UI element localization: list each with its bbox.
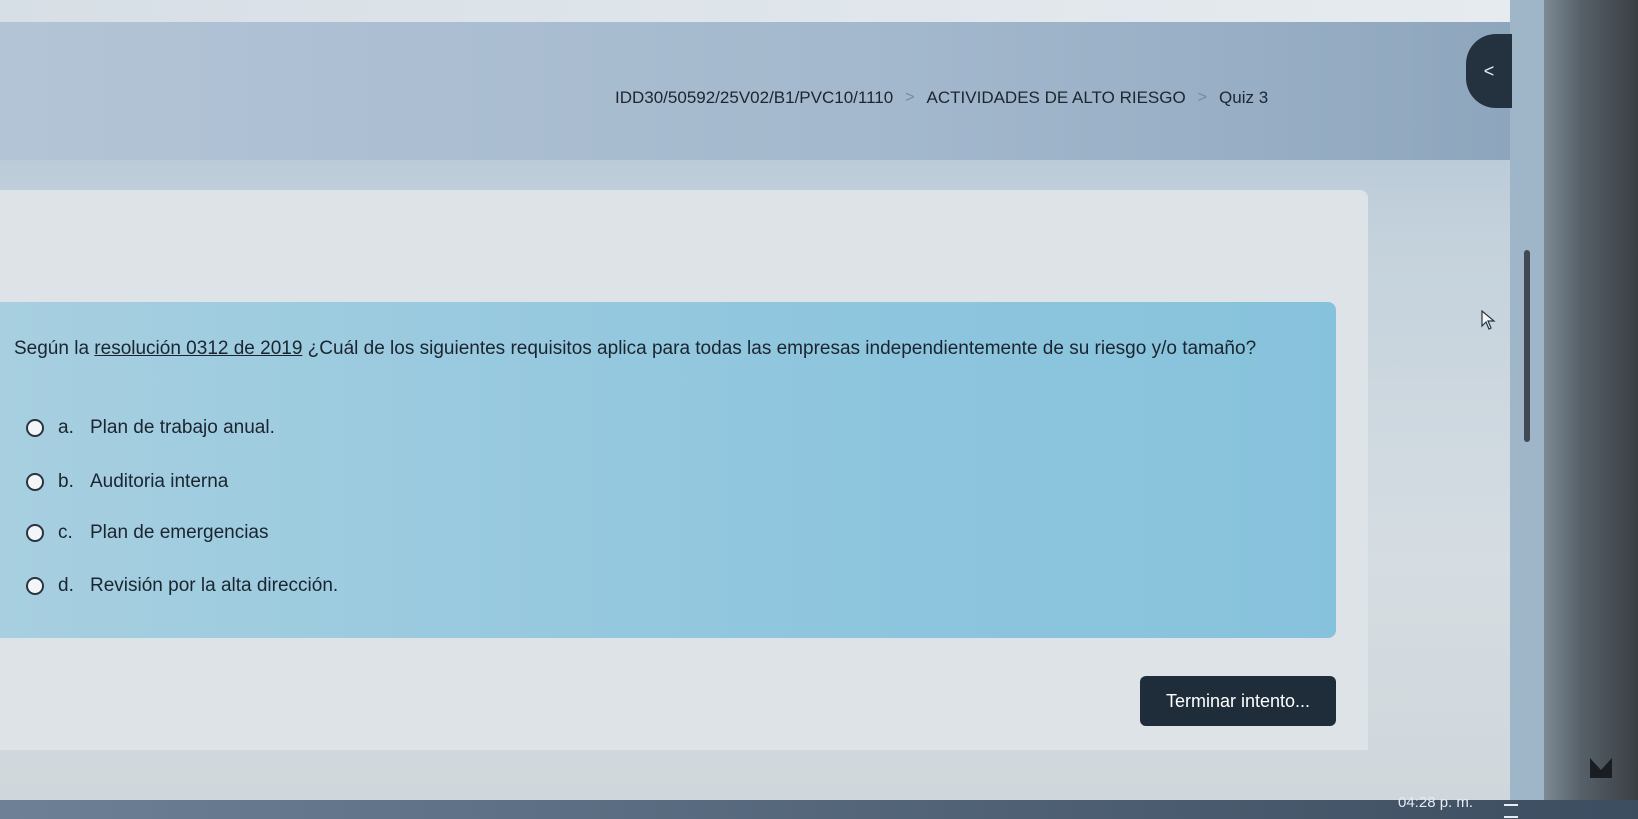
- back-button[interactable]: <: [1466, 34, 1512, 108]
- resolution-link[interactable]: resolución 0312 de 2019: [94, 338, 302, 359]
- scrollbar-thumb[interactable]: [1524, 250, 1530, 442]
- question-text: Según la resolución 0312 de 2019 ¿Cuál d…: [14, 334, 1334, 364]
- question-body: ¿Cuál de los siguientes requisitos aplic…: [302, 338, 1257, 359]
- breadcrumb-separator-icon: >: [905, 89, 915, 106]
- finish-attempt-button[interactable]: Terminar intento...: [1140, 676, 1336, 726]
- option-label: Plan de emergencias: [90, 522, 269, 543]
- taskbar-clock: 04:28 p. m.: [1398, 794, 1474, 811]
- action-center-icon[interactable]: [1504, 804, 1518, 818]
- breadcrumb-course-link[interactable]: IDD30/50592/25V02/B1/PVC10/1110: [615, 88, 893, 108]
- monitor-bezel: [1544, 0, 1638, 819]
- breadcrumb-current: Quiz 3: [1219, 88, 1269, 107]
- answer-option-c[interactable]: c. Plan de emergencias: [26, 522, 269, 544]
- option-letter: d.: [58, 575, 74, 596]
- breadcrumb-section-link[interactable]: ACTIVIDADES DE ALTO RIESGO: [927, 88, 1186, 108]
- browser-strip: [0, 0, 1510, 22]
- radio-icon[interactable]: [26, 524, 44, 542]
- radio-icon[interactable]: [26, 419, 44, 437]
- option-letter: b.: [58, 471, 74, 492]
- breadcrumb: IDD30/50592/25V02/B1/PVC10/1110 > ACTIVI…: [615, 88, 1268, 108]
- breadcrumb-separator-icon: >: [1197, 89, 1208, 106]
- chevron-left-icon: <: [1483, 60, 1495, 81]
- mouse-cursor-icon: [1481, 310, 1496, 330]
- option-letter: a.: [58, 417, 74, 438]
- radio-icon[interactable]: [26, 473, 44, 491]
- radio-icon[interactable]: [26, 577, 44, 595]
- option-label: Revisión por la alta dirección.: [90, 575, 339, 596]
- answer-option-b[interactable]: b. Auditoria interna: [26, 471, 228, 493]
- answer-option-d[interactable]: d. Revisión por la alta dirección.: [26, 575, 338, 597]
- question-prefix: Según la: [14, 338, 95, 359]
- header-band: [0, 0, 1510, 160]
- option-label: Plan de trabajo anual.: [90, 417, 275, 438]
- option-letter: c.: [58, 522, 73, 543]
- screen: IDD30/50592/25V02/B1/PVC10/1110 > ACTIVI…: [0, 0, 1530, 800]
- answer-option-a[interactable]: a. Plan de trabajo anual.: [26, 417, 275, 439]
- taskbar: [0, 800, 1638, 819]
- option-label: Auditoria interna: [90, 471, 229, 492]
